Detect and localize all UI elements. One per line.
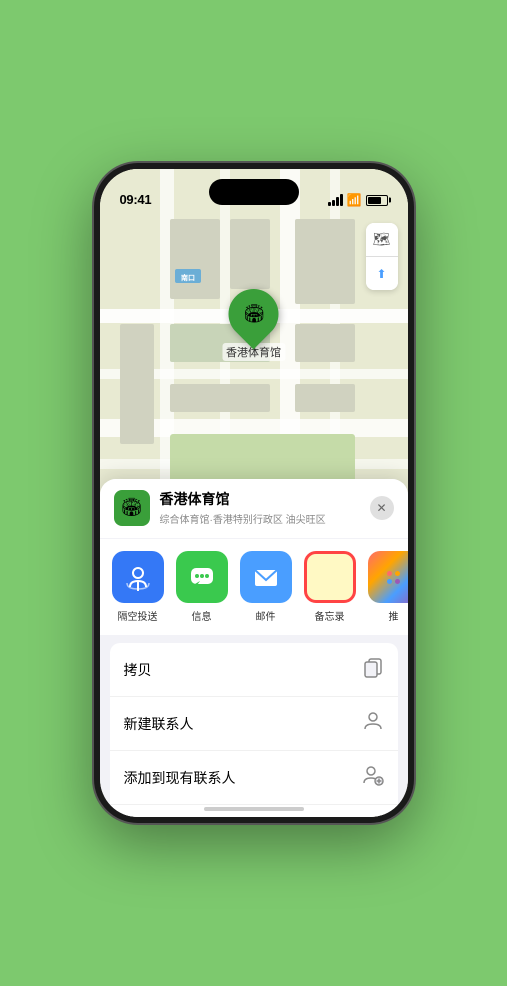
share-airdrop[interactable]: 隔空投送 xyxy=(110,551,166,623)
person-icon xyxy=(362,710,384,737)
phone-frame: 09:41 📶 xyxy=(94,163,414,823)
svg-text:南口: 南口 xyxy=(181,273,195,282)
map-controls[interactable]: 🗺 ⬆ xyxy=(366,223,398,290)
action-add-existing[interactable]: 添加到现有联系人 xyxy=(110,751,398,805)
place-header: 🏟 香港体育馆 综合体育馆·香港特别行政区 油尖旺区 ✕ xyxy=(100,479,408,538)
place-name: 香港体育馆 xyxy=(160,489,360,509)
place-subtitle: 综合体育馆·香港特别行政区 油尖旺区 xyxy=(160,511,360,526)
share-mail[interactable]: 邮件 xyxy=(238,551,294,623)
more-dots xyxy=(387,571,400,584)
map-area[interactable]: 南口 🏟 香港体育馆 🗺 ⬆ xyxy=(100,169,408,509)
copy-icon xyxy=(362,656,384,683)
map-type-button[interactable]: 🗺 xyxy=(366,223,398,255)
airdrop-label: 隔空投送 xyxy=(118,608,158,623)
wifi-icon: 📶 xyxy=(347,193,362,207)
map-control-divider xyxy=(366,256,398,257)
signal-icon xyxy=(328,194,343,206)
place-icon: 🏟 xyxy=(114,490,150,526)
share-row: 隔空投送 信息 xyxy=(100,539,408,635)
location-button[interactable]: ⬆ xyxy=(366,258,398,290)
bottom-sheet: 🏟 香港体育馆 综合体育馆·香港特别行政区 油尖旺区 ✕ xyxy=(100,479,408,817)
place-info: 香港体育馆 综合体育馆·香港特别行政区 油尖旺区 xyxy=(160,489,360,526)
person-add-icon xyxy=(362,764,384,791)
more-label: 推 xyxy=(389,608,399,623)
action-list: 拷贝 新建联系人 xyxy=(110,643,398,817)
marker-emoji: 🏟 xyxy=(242,304,265,325)
location-marker: 🏟 香港体育馆 xyxy=(222,289,285,361)
notes-lines xyxy=(326,558,334,596)
marker-pin: 🏟 xyxy=(218,279,289,350)
action-copy-label: 拷贝 xyxy=(124,660,152,680)
airdrop-icon xyxy=(112,551,164,603)
status-icons: 📶 xyxy=(328,193,388,207)
status-time: 09:41 xyxy=(120,192,152,207)
share-more[interactable]: 推 xyxy=(366,551,408,623)
message-label: 信息 xyxy=(192,608,212,623)
more-icon xyxy=(368,551,408,603)
notes-label: 备忘录 xyxy=(315,608,345,623)
phone-screen: 09:41 📶 xyxy=(100,169,408,817)
action-copy[interactable]: 拷贝 xyxy=(110,643,398,697)
dynamic-island xyxy=(209,179,299,205)
close-button[interactable]: ✕ xyxy=(370,496,394,520)
mail-label: 邮件 xyxy=(256,608,276,623)
home-indicator xyxy=(204,807,304,811)
action-new-contact[interactable]: 新建联系人 xyxy=(110,697,398,751)
share-notes[interactable]: 备忘录 xyxy=(302,551,358,623)
message-icon xyxy=(176,551,228,603)
battery-icon xyxy=(366,195,388,206)
mail-icon xyxy=(240,551,292,603)
action-new-contact-label: 新建联系人 xyxy=(124,714,194,734)
action-add-existing-label: 添加到现有联系人 xyxy=(124,768,236,788)
share-message[interactable]: 信息 xyxy=(174,551,230,623)
notes-icon xyxy=(304,551,356,603)
